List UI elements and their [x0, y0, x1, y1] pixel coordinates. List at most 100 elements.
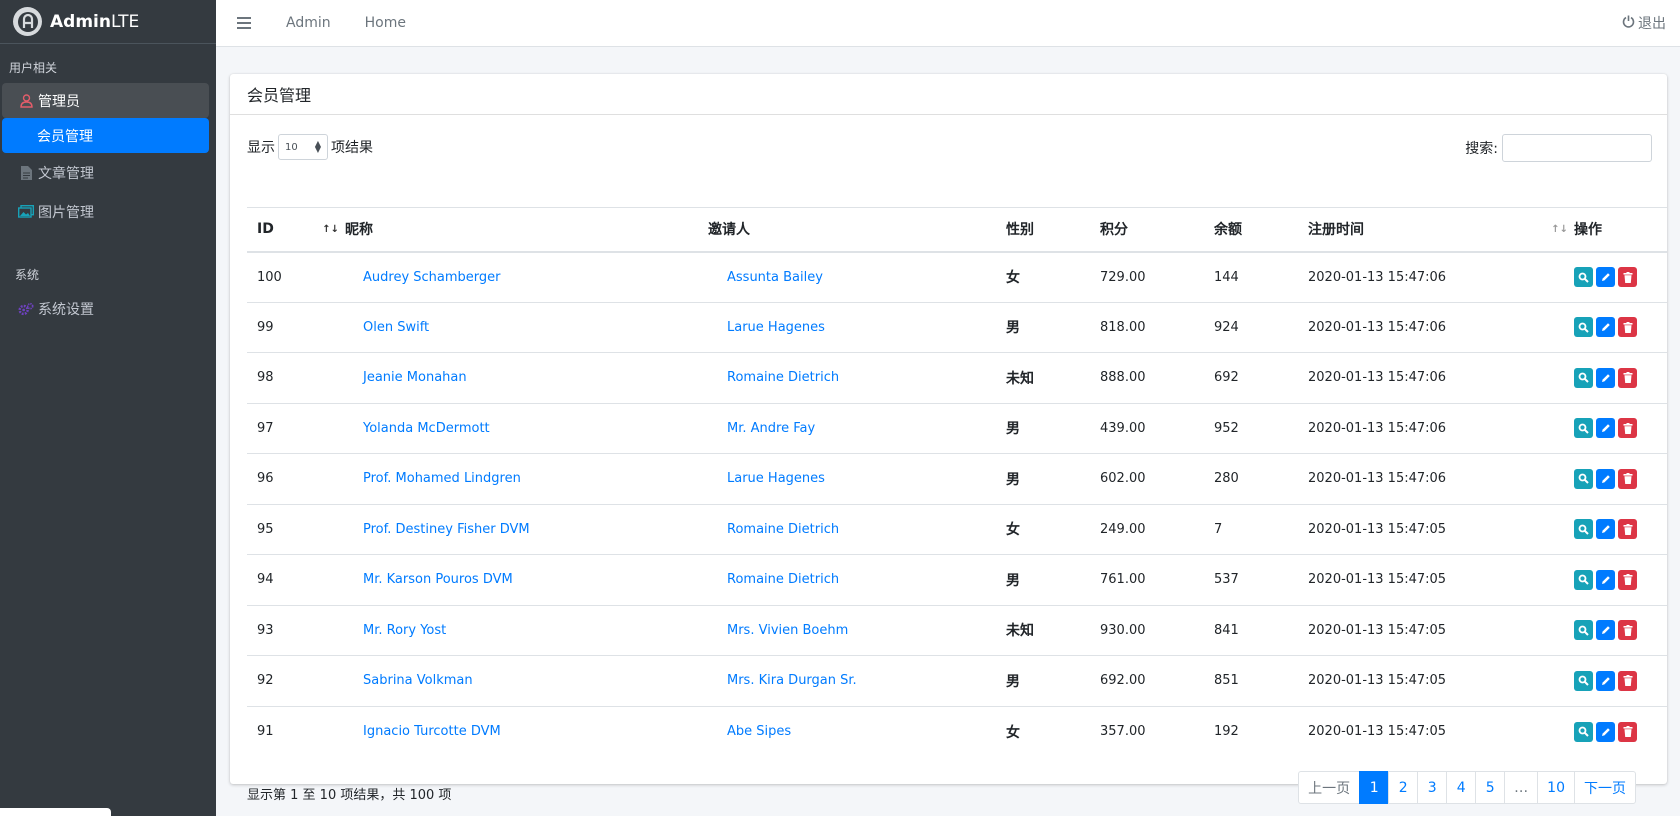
- search-icon: [1578, 574, 1589, 585]
- column-header[interactable]: 昵称: [345, 207, 708, 253]
- edit-button[interactable]: [1596, 418, 1615, 439]
- inviter-link[interactable]: Mrs. Kira Durgan Sr.: [708, 655, 1006, 706]
- page-button[interactable]: 2: [1388, 771, 1419, 804]
- balance-cell: 537: [1214, 554, 1308, 605]
- logout-link[interactable]: 退出: [1622, 13, 1666, 33]
- points-cell: 888.00: [1100, 352, 1214, 403]
- edit-button[interactable]: [1596, 367, 1615, 388]
- page-button[interactable]: 4: [1446, 771, 1477, 804]
- nickname-link[interactable]: Audrey Schamberger: [345, 251, 708, 302]
- delete-button[interactable]: [1618, 418, 1637, 439]
- edit-button[interactable]: [1596, 721, 1615, 742]
- gender-cell: 女: [1006, 251, 1100, 302]
- brand-link[interactable]: AdminLTE: [0, 0, 216, 44]
- edit-button[interactable]: [1596, 519, 1615, 540]
- gender-cell: 男: [1006, 402, 1100, 454]
- view-button[interactable]: [1574, 620, 1593, 641]
- sidebar-item-label: 管理员: [38, 93, 80, 110]
- column-header: 操作: [1574, 207, 1667, 253]
- column-header-label: 注册时间: [1308, 222, 1364, 239]
- nickname-link[interactable]: Ignacio Turcotte DVM: [345, 705, 708, 757]
- delete-button[interactable]: [1618, 721, 1637, 742]
- delete-button[interactable]: [1618, 317, 1637, 338]
- table-row: 92 Sabrina Volkman Mrs. Kira Durgan Sr. 男 69…: [247, 655, 1667, 706]
- actions-cell: [1574, 503, 1667, 555]
- inviter-link[interactable]: Abe Sipes: [708, 705, 1006, 757]
- nickname-link[interactable]: Prof. Destiney Fisher DVM: [345, 503, 708, 555]
- nickname-link[interactable]: Jeanie Monahan: [345, 352, 708, 403]
- members-table: ID ↑↓ 昵称 邀请人 性别 积分 余额 注册时间 ↑↓ 操作 100 Audrey Schamb…: [247, 207, 1667, 757]
- select-arrows-icon: ▲ ▼: [314, 139, 321, 154]
- delete-button[interactable]: [1618, 569, 1637, 590]
- trash-icon: [1623, 675, 1633, 687]
- nickname-link[interactable]: Mr. Rory Yost: [345, 604, 708, 656]
- delete-button[interactable]: [1618, 670, 1637, 691]
- prev-page-button[interactable]: 上一页: [1298, 771, 1361, 804]
- page-button[interactable]: 1: [1359, 771, 1390, 804]
- nav-link-home[interactable]: Home: [365, 15, 406, 31]
- page-button[interactable]: 3: [1417, 771, 1448, 804]
- sidebar-item-admin[interactable]: 管理员: [2, 83, 209, 118]
- column-header[interactable]: 余额: [1214, 207, 1308, 253]
- delete-button[interactable]: [1618, 367, 1637, 388]
- column-header[interactable]: 邀请人: [708, 207, 1006, 253]
- view-button[interactable]: [1574, 519, 1593, 540]
- sidebar-item-label: 会员管理: [37, 128, 93, 145]
- inviter-link[interactable]: Romaine Dietrich: [708, 554, 1006, 605]
- edit-button[interactable]: [1596, 267, 1615, 287]
- delete-button[interactable]: [1618, 620, 1637, 641]
- inviter-link[interactable]: Mr. Andre Fay: [708, 402, 1006, 454]
- delete-button[interactable]: [1618, 519, 1637, 540]
- sidebar-item-articles[interactable]: 文章管理: [2, 155, 209, 190]
- balance-cell: 280: [1214, 453, 1308, 504]
- hamburger-menu-icon[interactable]: [237, 17, 251, 29]
- inviter-link[interactable]: Assunta Bailey: [708, 251, 1006, 302]
- view-button[interactable]: [1574, 367, 1593, 388]
- sidebar-item-members[interactable]: 会员管理: [2, 118, 209, 153]
- column-header[interactable]: ID ↑↓: [247, 207, 345, 253]
- nav-link-admin[interactable]: Admin: [286, 15, 331, 31]
- date-cell: 2020-01-13 15:47:05: [1308, 655, 1574, 706]
- page-length-select[interactable]: 10 ▲ ▼: [278, 134, 328, 160]
- delete-button[interactable]: [1618, 468, 1637, 489]
- edit-button[interactable]: [1596, 317, 1615, 338]
- pencil-icon: [1601, 423, 1611, 433]
- column-header-label: 昵称: [345, 222, 373, 239]
- nickname-link[interactable]: Olen Swift: [345, 301, 708, 353]
- column-header[interactable]: 积分: [1100, 207, 1214, 253]
- nickname-link[interactable]: Yolanda McDermott: [345, 402, 708, 454]
- edit-button[interactable]: [1596, 620, 1615, 641]
- page-button[interactable]: 5: [1475, 771, 1506, 804]
- view-button[interactable]: [1574, 317, 1593, 338]
- view-button[interactable]: [1574, 670, 1593, 691]
- inviter-link[interactable]: Romaine Dietrich: [708, 352, 1006, 403]
- column-header[interactable]: 性别: [1006, 207, 1100, 253]
- table-row: 99 Olen Swift Larue Hagenes 男 818.00 924 2020-…: [247, 301, 1667, 353]
- search-input[interactable]: [1502, 134, 1652, 162]
- next-page-button[interactable]: 下一页: [1574, 771, 1636, 804]
- delete-button[interactable]: [1618, 267, 1637, 287]
- view-button[interactable]: [1574, 468, 1593, 489]
- page-button[interactable]: 10: [1537, 771, 1575, 804]
- balance-cell: 144: [1214, 251, 1308, 302]
- view-button[interactable]: [1574, 721, 1593, 742]
- view-button[interactable]: [1574, 569, 1593, 590]
- inviter-link[interactable]: Larue Hagenes: [708, 301, 1006, 353]
- view-button[interactable]: [1574, 267, 1593, 287]
- balance-cell: 7: [1214, 503, 1308, 555]
- nickname-link[interactable]: Sabrina Volkman: [345, 655, 708, 706]
- edit-button[interactable]: [1596, 569, 1615, 590]
- edit-button[interactable]: [1596, 468, 1615, 489]
- view-button[interactable]: [1574, 418, 1593, 439]
- column-header[interactable]: 注册时间 ↑↓: [1308, 207, 1574, 253]
- inviter-link[interactable]: Mrs. Vivien Boehm: [708, 604, 1006, 656]
- nickname-link[interactable]: Prof. Mohamed Lindgren: [345, 453, 708, 504]
- inviter-link[interactable]: Larue Hagenes: [708, 453, 1006, 504]
- brand-text: AdminLTE: [50, 11, 140, 32]
- sidebar-item-images[interactable]: 图片管理: [2, 194, 209, 229]
- sidebar-item-settings[interactable]: 系统设置: [2, 291, 209, 326]
- status-tooltip: [0, 808, 111, 816]
- edit-button[interactable]: [1596, 670, 1615, 691]
- nickname-link[interactable]: Mr. Karson Pouros DVM: [345, 554, 708, 605]
- inviter-link[interactable]: Romaine Dietrich: [708, 503, 1006, 555]
